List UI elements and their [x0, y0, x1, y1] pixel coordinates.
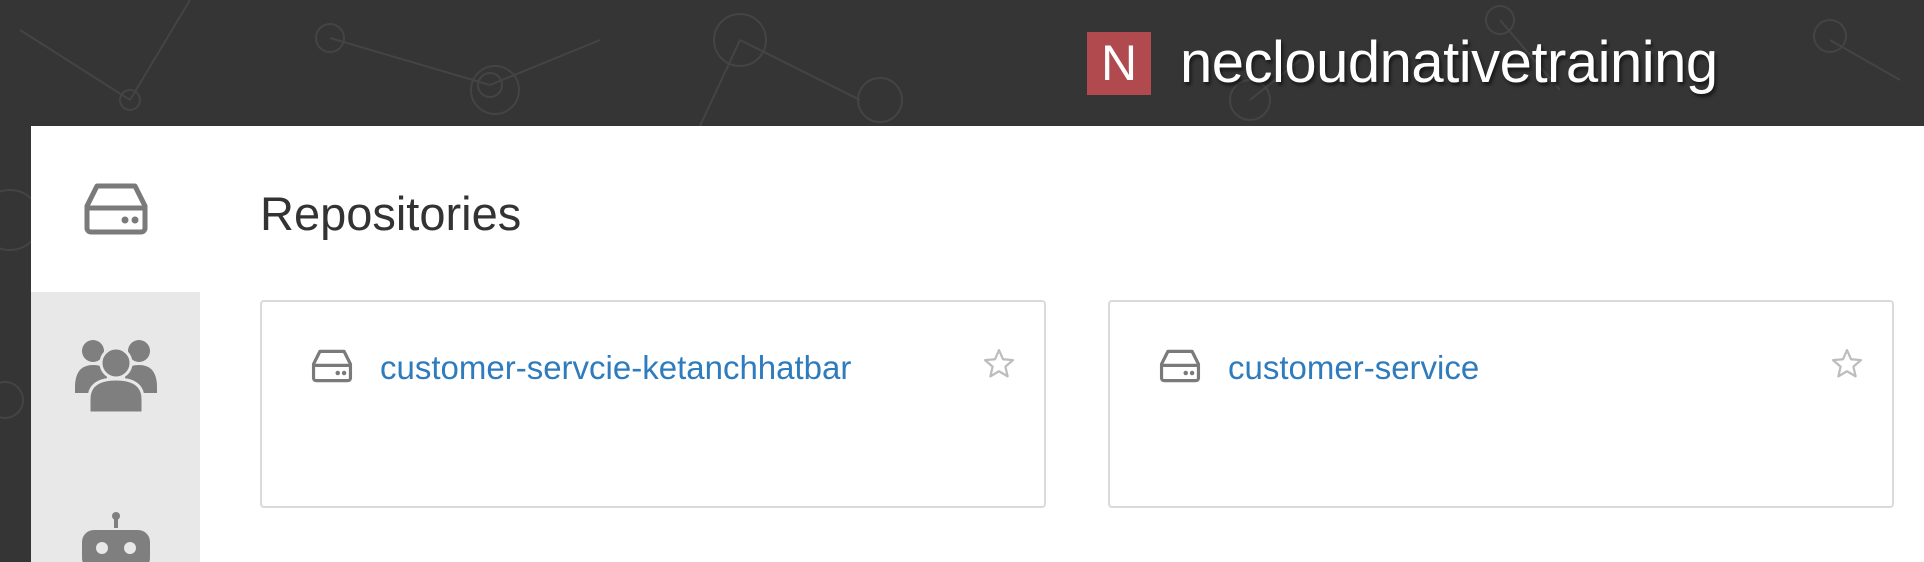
repository-card: customer-servcie-ketanchhatbar	[260, 300, 1046, 508]
sidebar-item-repositories[interactable]	[31, 126, 200, 292]
star-icon[interactable]	[982, 348, 1016, 380]
star-icon[interactable]	[1830, 348, 1864, 380]
repository-icon	[311, 349, 353, 383]
repository-icon	[1159, 349, 1201, 383]
team-icon	[74, 340, 157, 413]
org-avatar-badge[interactable]: N	[1087, 32, 1151, 95]
org-name[interactable]: necloudnativetraining	[1180, 30, 1718, 96]
sidebar-item-robots[interactable]	[31, 458, 200, 562]
repository-card: customer-service	[1108, 300, 1894, 508]
repository-link[interactable]: customer-servcie-ketanchhatbar	[380, 348, 851, 388]
page-title: Repositories	[260, 187, 522, 240]
app-header: N necloudnativetraining	[0, 0, 1924, 126]
repository-icon	[84, 183, 147, 235]
robot-icon	[81, 512, 150, 562]
main-panel: Repositories customer-servcie-ketanchhat…	[31, 126, 1924, 562]
sidebar-item-teams[interactable]	[31, 292, 200, 458]
sidebar	[31, 126, 200, 562]
repository-link[interactable]: customer-service	[1228, 348, 1479, 388]
